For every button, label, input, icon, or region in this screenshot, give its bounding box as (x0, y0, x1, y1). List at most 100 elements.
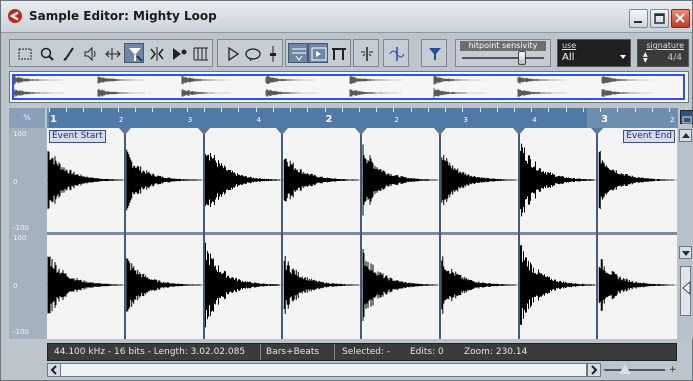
ruler-tick (272, 108, 274, 112)
hitpoint-handle-icon[interactable] (512, 128, 525, 135)
range-select-tool[interactable] (14, 43, 34, 63)
hitpoint-edit-icon (129, 48, 143, 62)
scale-label: -100 (13, 328, 29, 336)
zero-crossing-icon (389, 47, 405, 61)
maximize-button[interactable] (650, 9, 669, 28)
sensitivity-slider-handle[interactable] (517, 51, 526, 65)
snap-group (353, 39, 379, 67)
ruler-tick (169, 108, 171, 112)
scroll-left-button[interactable] (47, 363, 61, 377)
hitpoint-handle-icon[interactable] (355, 128, 367, 135)
loop-button[interactable] (242, 43, 262, 63)
hitpoint-handle-icon[interactable] (276, 128, 289, 135)
chevron-left-icon (50, 365, 57, 375)
hitpoint-filter-button[interactable] (424, 43, 444, 63)
show-slices-button[interactable] (308, 43, 328, 63)
ruler-tick (410, 108, 412, 112)
sensitivity-slider-track[interactable] (462, 57, 544, 59)
ruler-tick (135, 108, 137, 112)
draw-tool[interactable] (58, 43, 78, 63)
scroll-down-button[interactable] (679, 246, 692, 259)
play-button[interactable] (222, 43, 242, 63)
overview-view-frame[interactable] (12, 74, 685, 100)
warp-tool[interactable] (146, 43, 166, 63)
grid-view-icon (332, 48, 346, 60)
ruler-tick (341, 108, 343, 112)
hitpoint-marker[interactable] (281, 128, 284, 339)
show-hitpoints-button[interactable] (288, 43, 308, 63)
scroll-right-button[interactable] (587, 363, 601, 377)
horizontal-zoom-slider[interactable] (605, 369, 665, 371)
ruler-bar-label: 1 (50, 114, 57, 125)
event-end-label[interactable]: Event End (623, 130, 675, 143)
zoom-tool[interactable] (36, 43, 56, 63)
scale-label: 100 (13, 234, 27, 242)
ruler-tick (49, 108, 50, 112)
snap-button[interactable] (356, 43, 376, 63)
minimize-button[interactable] (629, 9, 648, 28)
grid-tool[interactable] (190, 43, 210, 63)
snap-icon (361, 47, 373, 61)
waveform-display[interactable]: Event Start Event End (47, 128, 677, 339)
overview-line[interactable] (9, 71, 689, 103)
channel-divider (47, 232, 677, 235)
ruler-tick (221, 108, 223, 112)
zoom-in-button[interactable]: + (669, 362, 677, 378)
ruler-options-button[interactable] (680, 110, 693, 124)
hitpoint-marker[interactable] (438, 128, 441, 339)
horizontal-scroll-track[interactable] (47, 363, 587, 377)
hitpoint-marker[interactable] (517, 128, 520, 339)
chevron-down-icon (682, 251, 690, 256)
sensitivity-label: hitpoint sensivity (460, 41, 546, 51)
hitpoint-handle-icon[interactable] (591, 128, 604, 135)
audio-slice-tool[interactable] (168, 43, 188, 63)
ruler-tick (100, 108, 102, 112)
signature-value: 4/4 (667, 53, 682, 63)
ruler-bar-label: 4 (532, 116, 537, 124)
scroll-up-button[interactable] (679, 129, 692, 142)
event-start-label[interactable]: Event Start (49, 130, 106, 143)
slices-view-icon (311, 47, 327, 61)
ruler-bar-label: 2 (670, 116, 675, 124)
ruler-tick (204, 108, 205, 112)
ruler-tick (479, 108, 481, 112)
signature-field[interactable]: signature ▲ ▼ 4/4 (637, 39, 689, 67)
time-format-selector[interactable]: Bars+Beats (266, 344, 319, 360)
hitpoint-marker[interactable] (202, 128, 205, 339)
level-button[interactable] (262, 43, 282, 63)
hitpoint-marker[interactable] (123, 128, 126, 339)
vertical-zoom-slider[interactable] (680, 266, 691, 316)
close-icon (675, 13, 685, 23)
title-bar[interactable]: Sample Editor: Mighty Loop (1, 1, 692, 33)
ruler-mode-button[interactable]: % (9, 108, 45, 128)
spinner-arrows-icon[interactable]: ▲ ▼ (643, 52, 649, 64)
ruler-tick (462, 108, 464, 112)
show-grid-button[interactable] (328, 43, 348, 63)
ruler-tick (290, 108, 292, 112)
ruler-tick (600, 108, 602, 112)
hitpoint-marker[interactable] (360, 128, 362, 339)
zero-crossing-group (383, 39, 409, 67)
vertical-scrollbar[interactable] (678, 128, 693, 339)
speaker-icon (84, 46, 96, 62)
grid-icon (193, 47, 208, 61)
ruler-bar-label: 3 (601, 114, 609, 125)
horizontal-scrollbar[interactable]: - + (47, 363, 690, 377)
hitpoint-handle-icon[interactable] (197, 128, 210, 135)
close-button[interactable] (671, 9, 690, 28)
hitpoint-handle-icon[interactable] (433, 128, 446, 135)
zero-crossing-button[interactable] (386, 43, 406, 63)
view-group (285, 39, 351, 67)
hitpoint-handle-icon[interactable] (118, 128, 131, 135)
edits-count: Edits: 0 (410, 347, 444, 357)
ruler-tick (376, 108, 378, 112)
loop-icon (245, 48, 261, 62)
chevron-down-icon (620, 55, 626, 59)
hitpoint-edit-tool[interactable] (124, 43, 144, 63)
zoom-slider-handle[interactable] (619, 364, 631, 374)
use-selector[interactable]: use All (557, 39, 631, 67)
hitpoint-marker[interactable] (596, 128, 599, 339)
use-value: All (562, 52, 575, 63)
audition-tool[interactable] (80, 43, 100, 63)
scrub-tool[interactable] (102, 43, 122, 63)
